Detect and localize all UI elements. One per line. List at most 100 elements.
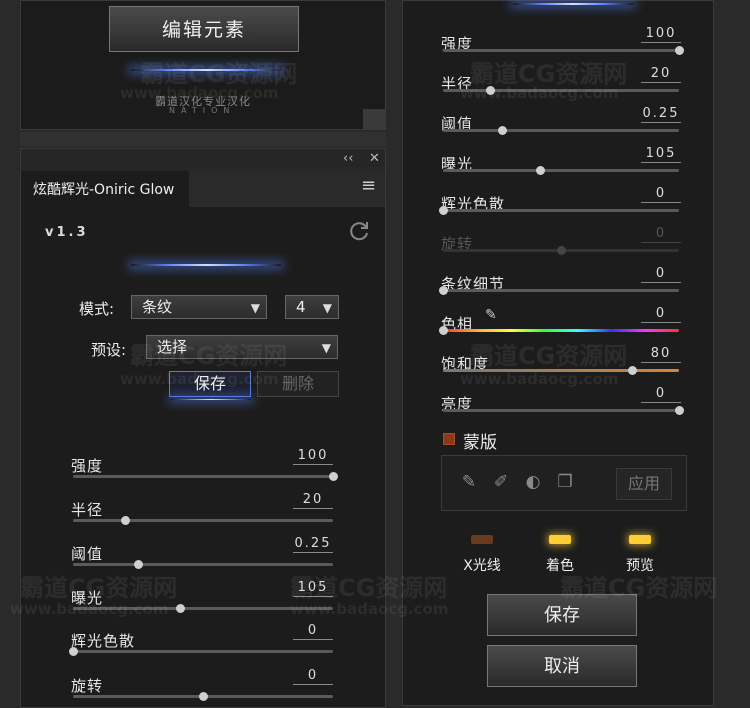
- chevron-down-icon: ▼: [250, 301, 260, 315]
- slider-value[interactable]: 0.25: [293, 535, 333, 553]
- slider-label: 强度: [71, 457, 104, 475]
- preset-label: 预设:: [91, 341, 127, 359]
- right-top-glow: [513, 3, 633, 5]
- slider-knob[interactable]: [439, 326, 448, 335]
- slider-track[interactable]: [439, 326, 679, 335]
- toggle-indicator[interactable]: [629, 535, 651, 544]
- top-left-panel: 编辑元素 霸道汉化专业汉化 NATION: [20, 0, 386, 130]
- slider-knob[interactable]: [175, 604, 185, 613]
- slider-value[interactable]: 0: [293, 622, 333, 640]
- slider-value[interactable]: 80: [641, 345, 681, 363]
- slider-value[interactable]: 0: [641, 185, 681, 203]
- slider-value[interactable]: 0: [641, 385, 681, 403]
- version-label: v1.3: [45, 225, 89, 240]
- slider-value[interactable]: 105: [641, 145, 681, 163]
- toggle-label: 着色: [546, 558, 574, 574]
- mask-toolbox: ✎ ✐ ◐ ❐ 应用: [441, 455, 687, 511]
- slider-knob[interactable]: [675, 46, 684, 55]
- slider-knob: [557, 246, 566, 255]
- slider-value[interactable]: 105: [293, 579, 333, 597]
- panel-divider: [20, 132, 386, 146]
- cancel-button[interactable]: 取消: [487, 645, 637, 687]
- slider-knob[interactable]: [439, 286, 448, 295]
- toggle-label: X光线: [463, 558, 501, 574]
- preset-delete-button[interactable]: 删除: [257, 371, 339, 397]
- apply-button[interactable]: 应用: [616, 468, 672, 500]
- toggle-indicator[interactable]: [471, 535, 493, 544]
- toggle-indicator[interactable]: [549, 535, 571, 544]
- slider-track[interactable]: [73, 604, 333, 613]
- slider-knob[interactable]: [535, 166, 545, 175]
- slider-label: 旋转: [71, 677, 104, 695]
- slider-knob[interactable]: [199, 692, 208, 701]
- preset-save-button[interactable]: 保存: [169, 371, 251, 397]
- slider-knob[interactable]: [675, 406, 684, 415]
- mode-count-select[interactable]: 4 ▼: [285, 295, 339, 319]
- preset-select-value: 选择: [157, 338, 188, 356]
- chevron-down-icon: ▼: [321, 341, 331, 355]
- slider-knob[interactable]: [121, 516, 130, 525]
- panel-corner: [363, 109, 385, 129]
- logo-text-en: NATION: [169, 106, 236, 115]
- slider-track[interactable]: [443, 166, 679, 175]
- slider-track[interactable]: [443, 406, 684, 415]
- right-panel: 强度 100 半径 20 阈值 0.25 曝光 105 辉光色散 0 旋转 0 条纹细节 0 色相 0 ✎ 饱和度…: [402, 0, 714, 706]
- slider-track[interactable]: [443, 366, 679, 375]
- save-button[interactable]: 保存: [487, 594, 637, 636]
- slider-value[interactable]: 0: [641, 265, 681, 283]
- preset-select[interactable]: 选择 ▼: [146, 335, 338, 359]
- save-glow-line: [171, 399, 251, 400]
- slider-track[interactable]: [443, 126, 679, 135]
- slider-label: 半径: [71, 501, 104, 519]
- slider-label: 阈值: [71, 545, 104, 563]
- top-glow-line: [131, 69, 281, 71]
- slider-value: 0: [641, 225, 681, 243]
- eyedropper-icon[interactable]: ✎: [485, 307, 497, 323]
- slider-knob[interactable]: [498, 126, 507, 135]
- slider-value[interactable]: 100: [641, 25, 681, 43]
- panel-header: [21, 149, 385, 171]
- brush-icon[interactable]: ✎: [458, 471, 480, 493]
- slider-knob[interactable]: [69, 647, 78, 656]
- copy-icon[interactable]: ❐: [554, 471, 576, 493]
- mask-checkbox[interactable]: [443, 433, 455, 445]
- slider-knob[interactable]: [329, 472, 338, 481]
- tab-title: 炫酷辉光-Oniric Glow: [33, 182, 175, 198]
- slider-track[interactable]: [69, 647, 333, 656]
- slider-track[interactable]: [73, 560, 333, 569]
- slider-track[interactable]: [439, 286, 679, 295]
- mode-label: 模式:: [79, 300, 115, 318]
- eraser-icon[interactable]: ✐: [490, 471, 512, 493]
- collapse-icon[interactable]: ‹‹: [343, 151, 353, 166]
- slider-track[interactable]: [439, 206, 679, 215]
- menu-icon[interactable]: ≡: [361, 175, 376, 196]
- slider-knob[interactable]: [627, 366, 637, 375]
- slider-label: 曝光: [71, 589, 104, 607]
- slider-knob[interactable]: [134, 560, 143, 569]
- slider-value[interactable]: 0.25: [641, 105, 681, 123]
- slider-track[interactable]: [73, 516, 333, 525]
- contrast-icon[interactable]: ◐: [522, 471, 544, 493]
- tab-oniric-glow[interactable]: 炫酷辉光-Oniric Glow: [21, 171, 189, 207]
- slider-knob[interactable]: [439, 206, 448, 215]
- toggle-label: 预览: [626, 558, 654, 574]
- slider-value[interactable]: 0: [641, 305, 681, 323]
- mode-select[interactable]: 条纹 ▼: [131, 295, 267, 319]
- slider-track[interactable]: [73, 472, 338, 481]
- left-panel: ‹‹ ✕ 炫酷辉光-Oniric Glow ≡ v1.3 模式: 条纹 ▼ 4 …: [20, 148, 386, 708]
- slider-label: 辉光色散: [71, 632, 136, 650]
- slider-value[interactable]: 100: [293, 447, 333, 465]
- slider-track[interactable]: [443, 86, 679, 95]
- close-icon[interactable]: ✕: [369, 151, 380, 166]
- mask-label: 蒙版: [463, 433, 497, 453]
- slider-track[interactable]: [443, 46, 684, 55]
- slider-value[interactable]: 0: [293, 667, 333, 685]
- slider-track[interactable]: [73, 692, 333, 701]
- mid-glow-line: [131, 264, 281, 266]
- slider-value[interactable]: 20: [641, 65, 681, 83]
- slider-knob[interactable]: [486, 86, 496, 95]
- refresh-icon[interactable]: [347, 219, 371, 243]
- slider-value[interactable]: 20: [293, 491, 333, 509]
- chevron-down-icon: ▼: [322, 301, 332, 315]
- edit-elements-button[interactable]: 编辑元素: [109, 6, 299, 52]
